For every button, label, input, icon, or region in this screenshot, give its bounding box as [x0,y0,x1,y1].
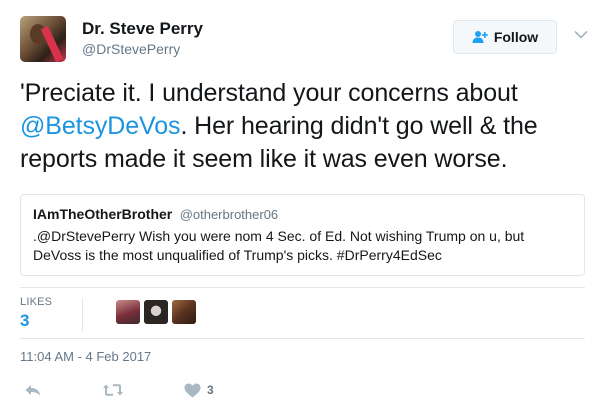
heart-icon [184,383,201,397]
likes-count: 3 [20,311,30,330]
user-handle[interactable]: @DrStevePerry [82,40,203,58]
quoted-tweet-text: .@DrStevePerry Wish you were nom 4 Sec. … [33,228,525,263]
tweet-text: 'Preciate it. I understand your concerns… [20,77,590,176]
follow-button[interactable]: Follow [453,20,557,54]
likes-label: LIKES [20,296,53,308]
tweet-mention-link[interactable]: @BetsyDeVos [20,112,181,140]
tweet-header: Dr. Steve Perry @DrStevePerry Follow [20,16,590,64]
follow-button-label: Follow [493,29,539,45]
tweet-card: Dr. Steve Perry @DrStevePerry Follow 'Pr… [0,0,605,412]
stats-separator [82,298,83,332]
quoted-tweet-header: IAmTheOtherBrother @otherbrother06 [33,206,572,224]
add-user-icon [472,31,488,43]
reply-button[interactable] [24,380,42,400]
liker-avatar[interactable] [144,300,168,324]
stats-bottom-divider [20,338,585,339]
user-avatar[interactable] [20,16,66,62]
avatar-sash [40,25,64,62]
like-button[interactable]: 3 [184,380,214,400]
quoted-tweet-handle: @otherbrother06 [179,207,279,222]
retweet-button[interactable] [102,380,124,400]
liker-avatars [116,300,196,324]
likes-stat[interactable]: LIKES 3 [20,296,52,336]
liker-avatar[interactable] [116,300,140,324]
retweet-icon [103,384,123,396]
like-count: 3 [207,383,214,397]
reply-icon [25,385,41,396]
liker-avatar[interactable] [172,300,196,324]
user-display-name[interactable]: Dr. Steve Perry [82,18,203,40]
tweet-timestamp[interactable]: 11:04 AM - 4 Feb 2017 [20,349,151,364]
tweet-text-part-1: 'Preciate it. I understand your concerns… [20,79,518,107]
quoted-tweet-display-name: IAmTheOtherBrother [33,206,173,222]
stats-top-divider [20,287,585,288]
quoted-tweet[interactable]: IAmTheOtherBrother @otherbrother06 .@DrS… [20,194,585,276]
chevron-down-icon[interactable] [574,30,588,40]
user-names: Dr. Steve Perry @DrStevePerry [82,18,203,58]
